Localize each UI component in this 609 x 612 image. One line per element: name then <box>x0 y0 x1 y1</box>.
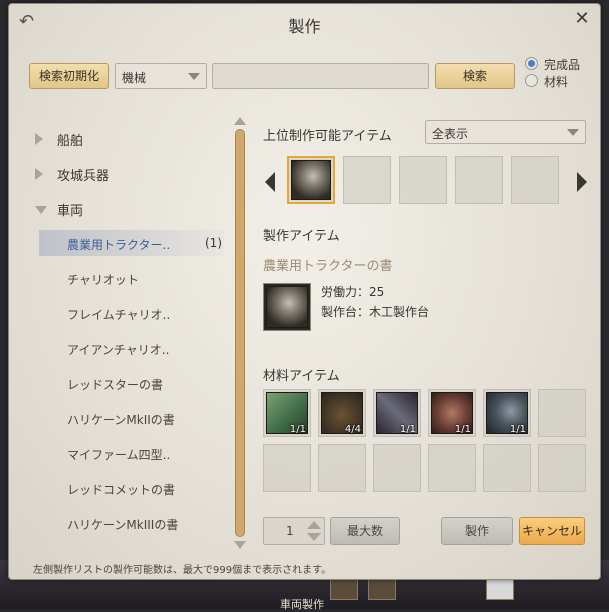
material-slot[interactable]: 1/1 <box>373 389 421 437</box>
recipe-item-label: マイファーム四型.. <box>67 448 171 462</box>
recipe-item[interactable]: ハリケーンMkIIIの書 <box>39 510 224 536</box>
display-filter-dropdown[interactable]: 全表示 <box>425 120 586 144</box>
expand-arrow-icon <box>35 168 43 180</box>
recipe-item-selected[interactable]: 農業用トラクター.. (1) <box>39 230 224 256</box>
increment-arrow-icon[interactable] <box>307 521 321 529</box>
next-page-arrow-icon[interactable] <box>577 172 587 192</box>
radio-button-selected[interactable] <box>525 57 538 70</box>
recipe-item[interactable]: チャリオット <box>39 265 224 291</box>
crafting-window: ↶ 製作 ✕ 検索初期化 機械 検索 完成品 材料 船舶 攻城兵器 車両 農業用… <box>8 3 601 580</box>
material-slot-empty <box>318 444 366 492</box>
production-item-title: 製作アイテム <box>263 229 340 244</box>
recipe-item[interactable]: マイファーム四型.. <box>39 440 224 466</box>
recipe-item-label: レッドスターの書 <box>67 378 164 392</box>
tree-item-label: 攻城兵器 <box>57 169 110 184</box>
upper-item-slot <box>343 156 391 204</box>
material-slot[interactable]: 1/1 <box>263 389 311 437</box>
material-quantity: 1/1 <box>399 424 416 435</box>
radio-material-label: 材料 <box>544 75 569 89</box>
material-slot-empty <box>483 444 531 492</box>
recipe-item-count: (1) <box>205 236 222 250</box>
tractor-book-icon <box>266 286 308 328</box>
recipe-item-label: フレイムチャリオ.. <box>67 308 171 322</box>
material-slot-empty <box>538 444 586 492</box>
search-button[interactable]: 検索 <box>435 63 515 89</box>
background-skill-icon <box>330 578 358 600</box>
material-slot[interactable]: 1/1 <box>428 389 476 437</box>
tractor-book-icon <box>291 160 331 200</box>
background-skill-icon <box>368 578 396 600</box>
material-quantity: 1/1 <box>289 424 306 435</box>
recipe-list-scrollbar[interactable] <box>233 117 247 549</box>
material-quantity: 1/1 <box>509 424 526 435</box>
category-dropdown-value: 機械 <box>122 71 147 85</box>
chevron-down-icon <box>188 73 200 80</box>
upper-item-slot <box>455 156 503 204</box>
material-slot[interactable]: 4/4 <box>318 389 366 437</box>
scroll-down-arrow-icon[interactable] <box>234 541 246 549</box>
collapse-arrow-icon <box>35 206 47 214</box>
recipe-item[interactable]: ハリケーンMkIIの書 <box>39 405 224 431</box>
recipe-item-label: ハリケーンMkIIIの書 <box>67 518 179 532</box>
decrement-arrow-icon[interactable] <box>307 533 321 541</box>
quantity-stepper[interactable]: 1 <box>263 517 325 545</box>
recipe-item-label: チャリオット <box>67 273 139 287</box>
production-item-name: 農業用トラクターの書 <box>263 259 393 274</box>
upper-item-slot-selected[interactable] <box>287 156 335 204</box>
taskbar-label: 車両製作 <box>280 598 324 611</box>
materials-title: 材料アイテム <box>263 369 340 384</box>
material-quantity: 1/1 <box>454 424 471 435</box>
recipe-item[interactable]: フレイムチャリオ.. <box>39 300 224 326</box>
category-dropdown[interactable]: 機械 <box>115 63 207 89</box>
title-bar: ↶ 製作 ✕ <box>9 4 600 42</box>
recipe-item-label: レッドコメットの書 <box>67 483 176 497</box>
upper-item-slot <box>399 156 447 204</box>
footer-note: 左側製作リストの製作可能数は、最大で999個まで表示されます。 <box>33 565 332 576</box>
scroll-up-arrow-icon[interactable] <box>234 117 246 125</box>
material-slot[interactable]: 1/1 <box>483 389 531 437</box>
window-title: 製作 <box>288 17 321 36</box>
chevron-down-icon <box>567 129 579 136</box>
material-quantity: 4/4 <box>344 424 361 435</box>
search-input[interactable] <box>212 63 429 89</box>
recipe-item-label: アイアンチャリオ.. <box>67 343 170 357</box>
expand-arrow-icon <box>35 133 43 145</box>
close-icon[interactable]: ✕ <box>572 9 592 29</box>
max-quantity-button[interactable]: 最大数 <box>330 517 400 545</box>
background-skill-icon <box>486 578 514 600</box>
material-slot-empty <box>428 444 476 492</box>
craft-button[interactable]: 製作 <box>441 517 513 545</box>
recipe-item[interactable]: レッドコメットの書 <box>39 475 224 501</box>
quantity-value[interactable]: 1 <box>286 524 294 538</box>
recipe-item[interactable]: レッドスターの書 <box>39 370 224 396</box>
tree-item-label: 船舶 <box>57 134 84 149</box>
recipe-item-label: 農業用トラクター.. <box>67 238 171 252</box>
material-slot-empty <box>373 444 421 492</box>
cancel-button[interactable]: キャンセル <box>519 517 585 545</box>
radio-button[interactable] <box>525 74 538 87</box>
radio-finished-label: 完成品 <box>544 58 581 72</box>
prev-page-arrow-icon[interactable] <box>265 172 275 192</box>
recipe-item[interactable]: アイアンチャリオ.. <box>39 335 224 361</box>
material-slot-empty <box>538 389 586 437</box>
display-filter-value: 全表示 <box>432 127 469 141</box>
recipe-item-label: ハリケーンMkIIの書 <box>67 413 175 427</box>
material-slot-empty <box>263 444 311 492</box>
production-item-slot[interactable] <box>263 283 311 331</box>
labor-cost: 労働力：25 <box>321 285 385 299</box>
upper-item-slot <box>511 156 559 204</box>
crafting-bench: 製作台：木工製作台 <box>321 305 430 319</box>
upper-items-title: 上位制作可能アイテム <box>263 129 392 144</box>
scrollbar-thumb[interactable] <box>235 129 245 537</box>
tree-item-label: 車両 <box>57 204 84 219</box>
reset-search-button[interactable]: 検索初期化 <box>29 63 109 89</box>
